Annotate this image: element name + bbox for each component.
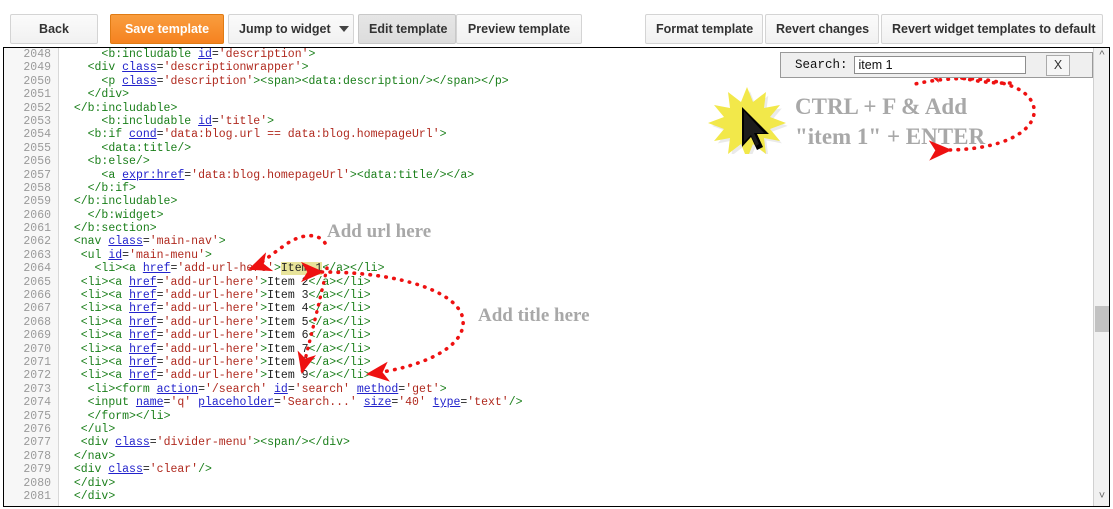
code-line: </div> — [73, 489, 116, 503]
annotation-ctrl-f-line2: "item 1" + ENTER — [795, 124, 986, 149]
line-number: 2066 — [23, 289, 51, 303]
line-number: 2056 — [23, 155, 51, 169]
format-template-button[interactable]: Format template — [645, 14, 763, 44]
jump-to-widget-label: Jump to widget — [239, 22, 331, 36]
line-number: 2077 — [23, 436, 51, 450]
line-number: 2069 — [23, 329, 51, 343]
line-number: 2074 — [23, 396, 51, 410]
line-number: 2049 — [23, 61, 51, 75]
line-number: 2064 — [23, 262, 51, 276]
top-toolbar: Back Save template Jump to widget Edit t… — [0, 0, 1113, 45]
chevron-down-icon — [338, 25, 349, 32]
revert-changes-button[interactable]: Revert changes — [765, 14, 879, 44]
line-number: 2061 — [23, 222, 51, 236]
line-number: 2075 — [23, 409, 51, 423]
code-line: </b:if> — [87, 181, 136, 195]
line-number: 2067 — [23, 302, 51, 316]
scroll-down-arrow-icon[interactable]: ˅ — [1094, 489, 1109, 506]
code-line: <b:else/> — [87, 155, 150, 169]
line-number: 2051 — [23, 88, 51, 102]
line-number: 2050 — [23, 74, 51, 88]
scroll-up-arrow-icon[interactable]: ^ — [1094, 48, 1109, 65]
browser-find-bar[interactable]: Search: X — [780, 52, 1093, 78]
line-number: 2065 — [23, 275, 51, 289]
line-number: 2071 — [23, 355, 51, 369]
line-number: 2053 — [23, 114, 51, 128]
code-line: <li><a href='add-url-here'>Item 6</a></l… — [80, 329, 371, 343]
jump-to-widget-dropdown[interactable]: Jump to widget — [228, 14, 354, 44]
edit-template-tab[interactable]: Edit template — [358, 14, 456, 44]
code-line: <li><a href='add-url-here'>Item 1</a></l… — [94, 262, 385, 276]
code-line: <nav class='main-nav'> — [73, 235, 226, 249]
code-line: <li><a href='add-url-here'>Item 8</a></l… — [80, 355, 371, 369]
code-line: <ul id='main-menu'> — [80, 248, 212, 262]
line-number: 2048 — [23, 48, 51, 61]
code-line: <li><a href='add-url-here'>Item 2</a></l… — [80, 275, 371, 289]
line-number: 2063 — [23, 248, 51, 262]
preview-template-tab[interactable]: Preview template — [456, 14, 582, 44]
line-number: 2054 — [23, 128, 51, 142]
code-line: <li><form action='/search' id='search' m… — [87, 382, 447, 396]
editor-vertical-scrollbar[interactable]: ^ ˅ — [1093, 48, 1109, 506]
line-number: 2062 — [23, 235, 51, 249]
code-line: <input name='q' placeholder='Search...' … — [87, 396, 523, 410]
code-line: <div class='divider-menu'><span/></div> — [80, 436, 350, 450]
code-line: </ul> — [80, 422, 116, 436]
back-button[interactable]: Back — [10, 14, 98, 44]
code-line: <div class='clear'/> — [73, 463, 212, 477]
code-line: </nav> — [73, 449, 116, 463]
annotation-add-title: Add title here — [478, 305, 590, 326]
line-number: 2072 — [23, 369, 51, 383]
code-line: </div> — [73, 476, 116, 490]
save-template-button[interactable]: Save template — [110, 14, 224, 44]
code-line: </b:section> — [73, 222, 157, 236]
revert-widget-templates-button[interactable]: Revert widget templates to default — [881, 14, 1103, 44]
code-line: <li><a href='add-url-here'>Item 3</a></l… — [80, 289, 371, 303]
scrollbar-thumb[interactable] — [1095, 306, 1109, 332]
annotation-ctrl-f-line1: CTRL + F & Add — [795, 94, 968, 119]
line-number: 2078 — [23, 449, 51, 463]
find-input[interactable] — [853, 56, 1026, 74]
line-number: 2068 — [23, 315, 51, 329]
line-number-gutter: 2048 2049 2050 2051 2052 2053 2054 2055 2056 2057… — [4, 48, 59, 506]
code-line: <a expr:href='data:blog.homepageUrl'><da… — [101, 168, 475, 182]
annotation-add-url: Add url here — [327, 221, 432, 242]
find-bar-close-button[interactable]: X — [1046, 55, 1070, 76]
line-number: 2052 — [23, 101, 51, 115]
line-number: 2055 — [23, 141, 51, 155]
line-number: 2076 — [23, 422, 51, 436]
line-number: 2059 — [23, 195, 51, 209]
find-bar-label: Search: — [795, 58, 848, 72]
starburst-cursor-icon — [708, 87, 788, 154]
line-number: 2079 — [23, 463, 51, 477]
line-number: 2057 — [23, 168, 51, 182]
line-number: 2073 — [23, 382, 51, 396]
code-line: </b:widget> — [87, 208, 164, 222]
line-number: 2058 — [23, 181, 51, 195]
line-number: 2081 — [23, 489, 51, 503]
line-number: 2070 — [23, 342, 51, 356]
code-line: <li><a href='add-url-here'>Item 9</a></l… — [80, 369, 371, 383]
line-number: 2060 — [23, 208, 51, 222]
code-line: </form></li> — [87, 409, 171, 423]
annotation-ctrl-f: CTRL + F & Add "item 1" + ENTER — [795, 92, 985, 152]
code-line: <li><a href='add-url-here'>Item 7</a></l… — [80, 342, 371, 356]
line-number: 2080 — [23, 476, 51, 490]
code-line: </b:includable> — [73, 195, 178, 209]
